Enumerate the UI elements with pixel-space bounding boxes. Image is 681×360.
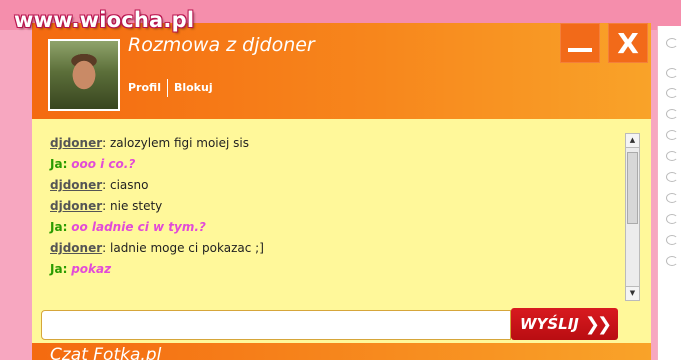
message-row: Ja: ooo i co.?: [50, 157, 136, 171]
status-icon: [666, 214, 678, 224]
status-icon: [666, 235, 678, 245]
watermark-text: www.wiocha.pl: [14, 8, 195, 32]
message-input[interactable]: [41, 310, 511, 340]
next-chat-title: Czat Fotka.pl: [50, 345, 162, 360]
message-author-self: Ja: [50, 262, 63, 276]
message-row: Ja: oo ladnie ci w tym.?: [50, 220, 206, 234]
message-row: djdoner: nie stety: [50, 199, 163, 213]
message-text: zalozylem figi moiej sis: [110, 136, 250, 150]
status-icon: [666, 38, 678, 48]
messages-scrollbar[interactable]: ▲ ▼: [625, 133, 640, 301]
scroll-up-icon[interactable]: ▲: [626, 134, 639, 148]
scroll-down-icon[interactable]: ▼: [626, 286, 639, 300]
message-row: djdoner: ciasno: [50, 178, 149, 192]
message-row: Ja: pokaz: [50, 262, 112, 276]
close-icon: X: [617, 26, 639, 60]
next-chat-header: Czat Fotka.pl: [32, 343, 651, 360]
message-author-link[interactable]: djdoner: [50, 241, 102, 255]
divider: [166, 79, 168, 97]
status-icon: [666, 172, 678, 182]
send-button-label: WYŚLIJ: [519, 315, 579, 333]
right-side-panel: [657, 26, 681, 360]
minimize-button[interactable]: [560, 23, 600, 63]
status-icon: [666, 256, 678, 266]
minimize-icon: [568, 48, 592, 52]
scrollbar-thumb[interactable]: [627, 152, 638, 224]
message-text: ciasno: [110, 178, 149, 192]
double-chevron-right-icon: ❯❯: [584, 313, 612, 335]
message-author-self: Ja: [50, 157, 63, 171]
message-author-self: Ja: [50, 220, 63, 234]
message-text: oo ladnie ci w tym.?: [71, 220, 206, 234]
message-text: pokaz: [71, 262, 112, 276]
avatar[interactable]: [48, 39, 120, 111]
message-text: nie stety: [110, 199, 163, 213]
profile-link[interactable]: Profil: [128, 81, 161, 94]
chat-header: Rozmowa z djdoner Profil Blokuj X: [32, 23, 651, 119]
message-text: ooo i co.?: [71, 157, 136, 171]
send-button[interactable]: WYŚLIJ ❯❯: [511, 308, 618, 340]
status-icon: [666, 109, 678, 119]
chat-window: Rozmowa z djdoner Profil Blokuj X djdoner…: [32, 23, 651, 353]
message-author-link[interactable]: djdoner: [50, 136, 102, 150]
status-icon: [666, 130, 678, 140]
close-button[interactable]: X: [608, 23, 648, 63]
message-author-link[interactable]: djdoner: [50, 199, 102, 213]
status-icon: [666, 88, 678, 98]
message-author-link[interactable]: djdoner: [50, 178, 102, 192]
block-link[interactable]: Blokuj: [174, 81, 213, 94]
status-icon: [666, 151, 678, 161]
header-links: Profil Blokuj: [128, 79, 213, 97]
message-row: djdoner: zalozylem figi moiej sis: [50, 136, 250, 150]
status-icon: [666, 68, 678, 78]
message-list: djdoner: zalozylem figi moiej sis Ja: oo…: [50, 133, 610, 303]
status-icon: [666, 193, 678, 203]
message-row: djdoner: ladnie moge ci pokazac ;]: [50, 241, 264, 255]
chat-title: Rozmowa z djdoner: [128, 34, 315, 56]
message-text: ladnie moge ci pokazac ;]: [110, 241, 264, 255]
